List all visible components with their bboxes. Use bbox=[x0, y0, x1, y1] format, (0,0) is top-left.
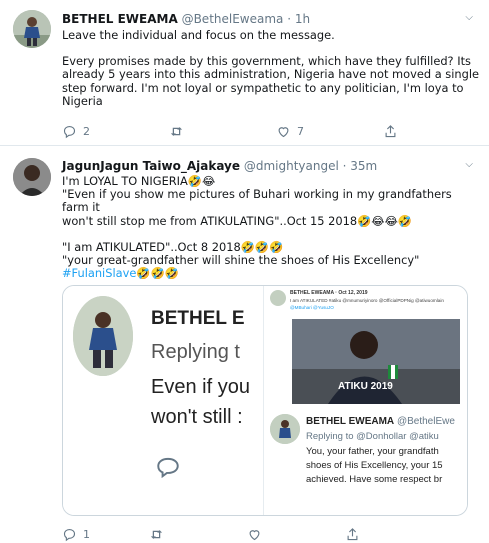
tweet-line: already 5 years into this administration… bbox=[62, 67, 480, 82]
zoomed-name: BETHEL E bbox=[151, 308, 245, 329]
hashtag-suffix: 🤣🤣🤣 bbox=[136, 266, 179, 281]
tweet-header: JagunJagun Taiwo_Ajakaye @dmightyangel ·… bbox=[62, 159, 377, 173]
retweet-icon bbox=[150, 530, 163, 539]
like-count: 7 bbox=[297, 125, 304, 138]
tweet-line: Nigeria bbox=[62, 93, 103, 108]
tweet-time[interactable]: · 35m bbox=[343, 159, 378, 173]
quote-avatar bbox=[270, 414, 300, 444]
like-button[interactable]: 7 bbox=[276, 124, 304, 139]
zoomed-line: Even if you bbox=[151, 376, 250, 398]
quote-line: You, your father, your grandfath bbox=[306, 446, 439, 457]
small-avatar bbox=[270, 290, 286, 306]
tweet-line: "Even if you show me pictures of Buhari … bbox=[62, 187, 452, 215]
screenshot-tweet: BETHEL EWEAMA · Oct 12, 2019 I am ATIKUL… bbox=[263, 286, 467, 515]
shirt-text: ATIKU 2019 bbox=[338, 381, 393, 392]
quote-reply: Replying to @Donhollar @atiku bbox=[306, 431, 439, 442]
share-button[interactable] bbox=[345, 527, 360, 542]
small-line: @MBuhari @YusuJO bbox=[290, 305, 334, 310]
heart-icon bbox=[278, 127, 289, 138]
reply-icon bbox=[155, 456, 181, 482]
quote-header: BETHEL EWEAMA @BethelEwe bbox=[306, 416, 455, 427]
zoomed-reply: Replying t bbox=[151, 341, 240, 363]
tweet-text: Leave the individual and focus on the me… bbox=[62, 28, 480, 108]
author-name[interactable]: BETHEL EWEAMA bbox=[62, 12, 178, 26]
reply-button[interactable]: 1 bbox=[62, 527, 90, 542]
chevron-down-icon[interactable]: ⌵ bbox=[465, 12, 473, 23]
zoomed-avatar bbox=[73, 296, 133, 376]
tweet-header: BETHEL EWEAMA @BethelEweama · 1h bbox=[62, 12, 310, 26]
author-handle[interactable]: @dmightyangel bbox=[244, 159, 339, 173]
tweet-2[interactable]: JagunJagun Taiwo_Ajakaye @dmightyangel ·… bbox=[0, 147, 489, 543]
reply-count: 1 bbox=[83, 528, 90, 541]
tweet-line: Leave the individual and focus on the me… bbox=[62, 28, 335, 42]
retweet-button[interactable] bbox=[149, 527, 170, 542]
avatar[interactable] bbox=[13, 10, 51, 48]
photo: ATIKU 2019 bbox=[292, 319, 460, 404]
avatar[interactable] bbox=[13, 158, 51, 196]
tweet-line: step forward. I'm not loyal or sympathet… bbox=[62, 80, 464, 95]
quote-name: BETHEL EWEAMA bbox=[306, 416, 395, 427]
author-name[interactable]: JagunJagun Taiwo_Ajakaye bbox=[62, 159, 240, 173]
quote-line: achieved. Have some respect br bbox=[306, 474, 443, 485]
tweet-time[interactable]: · 1h bbox=[287, 12, 310, 26]
tweet-image[interactable]: BETHEL E Replying t Even if you won't st… bbox=[62, 285, 468, 516]
zoomed-screenshot: BETHEL E Replying t Even if you won't st… bbox=[63, 286, 263, 515]
tweet-line: #FulaniSlave🤣🤣🤣 bbox=[62, 267, 480, 280]
tweet-actions: 2 7 bbox=[62, 124, 482, 140]
reply-button[interactable]: 2 bbox=[62, 124, 90, 139]
heart-icon bbox=[249, 530, 260, 541]
hashtag-link[interactable]: #FulaniSlave bbox=[62, 266, 136, 280]
tweet-text: I'm LOYAL TO NIGERIA🤣😂 "Even if you show… bbox=[62, 174, 480, 280]
reply-count: 2 bbox=[83, 125, 90, 138]
quote-handle: @BethelEwe bbox=[396, 416, 455, 427]
retweet-button[interactable] bbox=[169, 124, 190, 139]
like-button[interactable] bbox=[247, 527, 268, 542]
share-icon bbox=[385, 125, 396, 138]
reply-icon bbox=[63, 528, 76, 542]
small-header: BETHEL EWEAMA · Oct 12, 2019 bbox=[290, 290, 368, 296]
tweet-line: won't still stop me from ATIKULATING"..O… bbox=[62, 213, 413, 228]
chevron-down-icon[interactable]: ⌵ bbox=[465, 159, 473, 170]
quote-line: shoes of His Excellency, your 15 bbox=[306, 460, 443, 471]
share-button[interactable] bbox=[383, 124, 398, 139]
author-handle[interactable]: @BethelEweama bbox=[182, 12, 284, 26]
retweet-icon bbox=[170, 127, 183, 136]
tweet-1[interactable]: BETHEL EWEAMA @BethelEweama · 1h ⌵ Leave… bbox=[0, 0, 489, 146]
tweet-actions: 1 bbox=[62, 527, 482, 543]
zoomed-line: won't still : bbox=[151, 406, 243, 428]
small-line: I am ATIKULATED #atiku @mnumuriyinoro @O… bbox=[290, 298, 444, 303]
reply-icon bbox=[63, 125, 76, 139]
share-icon bbox=[347, 528, 358, 541]
